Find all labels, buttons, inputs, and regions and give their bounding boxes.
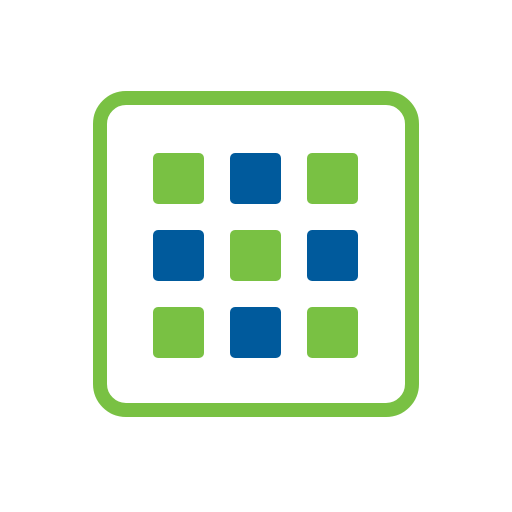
grid-tile-3-2 [230,307,281,358]
grid-tile-2-2 [230,230,281,281]
tile-grid [153,153,358,358]
grid-tile-3-3 [307,307,358,358]
grid-apps-icon [93,91,419,417]
grid-tile-2-3 [307,230,358,281]
app-icon-canvas [0,0,512,512]
grid-tile-1-1 [153,153,204,204]
grid-tile-3-1 [153,307,204,358]
grid-tile-2-1 [153,230,204,281]
grid-tile-1-2 [230,153,281,204]
grid-tile-1-3 [307,153,358,204]
